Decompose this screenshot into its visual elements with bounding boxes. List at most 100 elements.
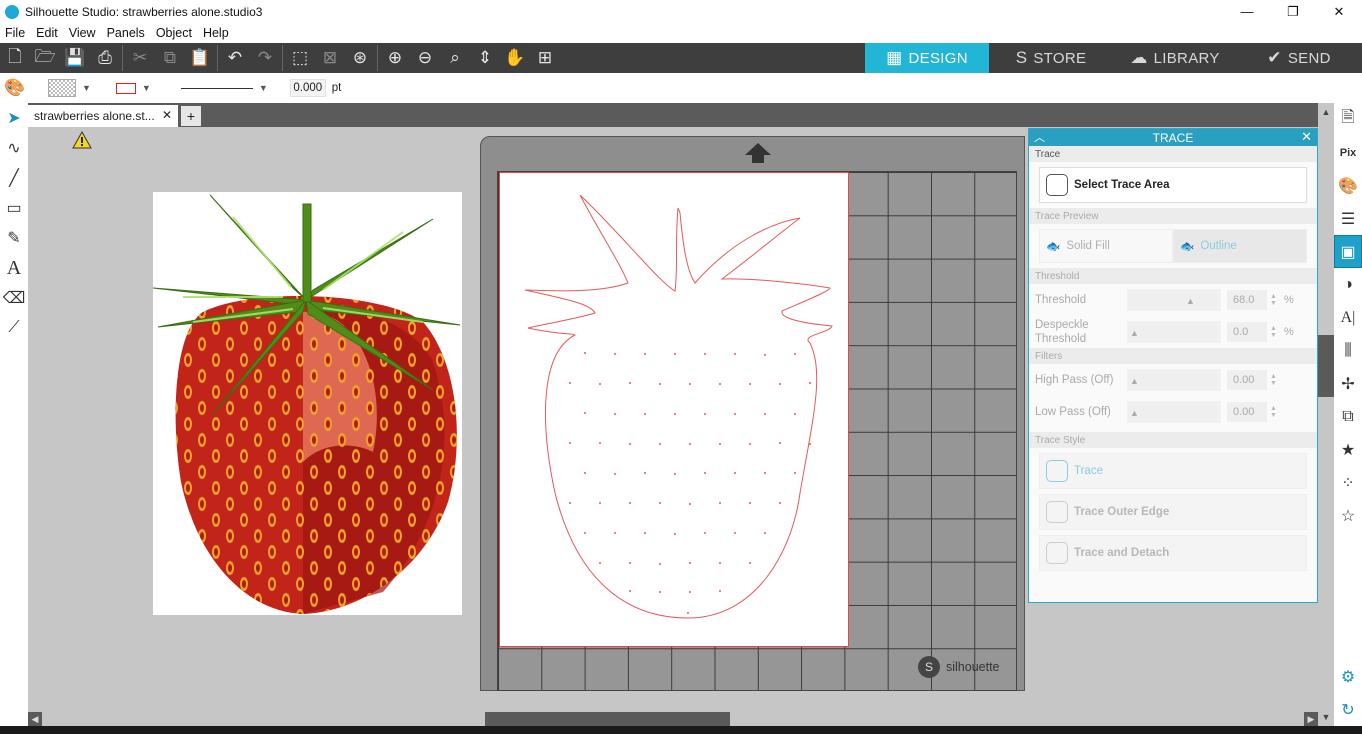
chevron-down-icon[interactable]: ▼ xyxy=(259,83,268,93)
high-pass-slider[interactable]: ▲ xyxy=(1127,369,1221,391)
scroll-right-icon[interactable]: ▶ xyxy=(1304,712,1318,726)
chevron-down-icon[interactable]: ▼ xyxy=(82,83,91,93)
compound-path-icon[interactable]: ⊛ xyxy=(345,43,375,73)
despeckle-spinner-icon[interactable]: ▲ ▼ xyxy=(1270,325,1280,339)
trace-and-detach-button[interactable]: Trace and Detach xyxy=(1039,535,1307,571)
menu-object[interactable]: Object xyxy=(151,26,198,40)
close-window-button[interactable]: ✕ xyxy=(1316,0,1362,23)
pan-hand-icon[interactable]: ✋ xyxy=(500,43,530,73)
threshold-slider[interactable]: ▲ xyxy=(1127,289,1221,311)
threshold-spinner-icon[interactable]: ▲ ▼ xyxy=(1270,293,1280,307)
strawberry-image[interactable] xyxy=(152,192,462,615)
modify-star-icon[interactable]: ★ xyxy=(1334,433,1362,466)
high-pass-value-input[interactable]: 0.00 xyxy=(1227,370,1267,390)
replicate-icon[interactable]: ⧉ xyxy=(1334,400,1362,433)
zoom-out-icon[interactable]: ⊖ xyxy=(410,43,440,73)
knife-tool-icon[interactable]: ⟋ xyxy=(0,313,28,343)
line-style-preview[interactable] xyxy=(180,87,253,89)
settings-gear-icon[interactable]: ⚙ xyxy=(1334,660,1362,693)
print-icon[interactable]: ⎙ xyxy=(90,43,120,73)
low-pass-spinner-icon[interactable]: ▲ ▼ xyxy=(1270,405,1280,419)
solid-fill-option[interactable]: 🐟 Solid Fill xyxy=(1039,229,1173,263)
threshold-value-input[interactable]: 68.0 xyxy=(1227,290,1267,310)
trace-button[interactable]: Trace xyxy=(1039,453,1307,489)
fill-color-icon[interactable]: 🎨 xyxy=(1334,169,1362,202)
slider-handle-icon[interactable]: ▲ xyxy=(1130,328,1139,338)
menu-help[interactable]: Help xyxy=(198,26,235,40)
warning-icon[interactable] xyxy=(72,131,92,149)
tab-send[interactable]: ✔ SEND xyxy=(1237,43,1361,73)
menu-panels[interactable]: Panels xyxy=(102,26,151,40)
vertical-scrollbar[interactable]: ▲ ▼ xyxy=(1318,103,1334,726)
document-tab[interactable]: strawberries alone.st... ✕ xyxy=(28,105,178,127)
close-panel-icon[interactable]: ✕ xyxy=(1301,129,1312,145)
menu-edit[interactable]: Edit xyxy=(31,26,64,40)
collapse-chevron-icon[interactable]: ︿ xyxy=(1034,129,1045,145)
zoom-select-icon[interactable]: ⌕ xyxy=(440,43,470,73)
tab-library[interactable]: ☁ LIBRARY xyxy=(1113,43,1237,73)
trace-panel-icon[interactable]: ▣ xyxy=(1334,235,1362,268)
redo-icon[interactable]: ↷ xyxy=(250,43,280,73)
slider-handle-icon[interactable]: ▲ xyxy=(1186,296,1195,306)
tab-store[interactable]: S STORE xyxy=(989,43,1113,73)
chevron-down-icon[interactable]: ▼ xyxy=(142,83,151,93)
add-page-icon[interactable]: ⊞ xyxy=(530,43,560,73)
line-color-swatch[interactable] xyxy=(115,82,136,94)
group-icon[interactable]: ⬚ xyxy=(285,43,315,73)
add-tab-button[interactable]: + xyxy=(181,106,201,126)
ungroup-icon[interactable]: ⊠ xyxy=(315,43,345,73)
select-trace-area-button[interactable]: Select Trace Area xyxy=(1039,167,1307,203)
scroll-up-icon[interactable]: ▲ xyxy=(1318,105,1334,119)
rectangle-tool-icon[interactable]: ▭ xyxy=(0,193,28,223)
align-icon[interactable]: ⫼ xyxy=(1334,334,1362,367)
contrast-icon[interactable]: ◑ xyxy=(1334,268,1362,301)
page-setup-icon[interactable]: 🗎 xyxy=(1334,103,1362,136)
line-style-icon[interactable]: ☰ xyxy=(1334,202,1362,235)
menu-file[interactable]: File xyxy=(0,26,31,40)
high-pass-spinner-icon[interactable]: ▲ ▼ xyxy=(1270,373,1280,387)
line-width-input[interactable]: 0.000 xyxy=(289,79,326,97)
save-icon[interactable]: 💾 xyxy=(60,43,90,73)
line-tool-icon[interactable]: ╱ xyxy=(0,163,28,193)
menu-view[interactable]: View xyxy=(64,26,102,40)
fill-pattern-swatch[interactable] xyxy=(48,79,76,97)
new-file-icon[interactable]: 🗋 xyxy=(0,43,30,73)
transform-icon[interactable]: ✢ xyxy=(1334,367,1362,400)
select-arrow-icon[interactable]: ➤ xyxy=(0,103,28,133)
refresh-icon[interactable]: ↻ xyxy=(1334,693,1362,726)
pencil-tool-icon[interactable]: ✎ xyxy=(0,223,28,253)
star-outline-icon[interactable]: ☆ xyxy=(1334,499,1362,532)
despeckle-value-input[interactable]: 0.0 xyxy=(1227,322,1267,342)
open-folder-icon[interactable]: 🗁 xyxy=(30,43,60,73)
maximize-button[interactable]: ❐ xyxy=(1270,0,1316,23)
text-style-icon[interactable]: A| xyxy=(1334,301,1362,334)
minimize-button[interactable]: — xyxy=(1224,0,1270,23)
tab-design[interactable]: ▦ DESIGN xyxy=(865,43,989,73)
slider-handle-icon[interactable]: ▲ xyxy=(1130,376,1139,386)
pixscan-icon[interactable]: Pix xyxy=(1334,136,1362,169)
edit-points-icon[interactable]: ∿ xyxy=(0,133,28,163)
outline-option[interactable]: 🐟 Outline xyxy=(1173,229,1307,263)
paste-icon[interactable]: 📋 xyxy=(185,43,215,73)
despeckle-slider[interactable]: ▲ xyxy=(1127,321,1221,343)
offset-dots-icon[interactable]: ⁘ xyxy=(1334,466,1362,499)
eraser-tool-icon[interactable]: ⌫ xyxy=(0,283,28,313)
text-tool-icon[interactable]: A xyxy=(0,253,28,283)
scroll-down-icon[interactable]: ▼ xyxy=(1318,710,1334,724)
horizontal-scrollbar[interactable]: ◀ ▶ xyxy=(28,712,1318,726)
trace-outer-edge-button[interactable]: Trace Outer Edge xyxy=(1039,494,1307,530)
zoom-in-icon[interactable]: ⊕ xyxy=(380,43,410,73)
copy-icon[interactable]: ⧉ xyxy=(155,43,185,73)
slider-handle-icon[interactable]: ▲ xyxy=(1130,408,1139,418)
close-tab-icon[interactable]: ✕ xyxy=(162,108,172,122)
trace-panel-header[interactable]: ︿ TRACE ✕ xyxy=(1029,129,1317,146)
fit-to-page-icon[interactable]: ⇕ xyxy=(470,43,500,73)
scroll-left-icon[interactable]: ◀ xyxy=(28,712,42,726)
horizontal-scroll-thumb[interactable] xyxy=(485,712,730,726)
vertical-scroll-thumb[interactable] xyxy=(1318,335,1334,397)
palette-icon[interactable]: 🎨 xyxy=(4,78,25,98)
low-pass-value-input[interactable]: 0.00 xyxy=(1227,402,1267,422)
undo-icon[interactable]: ↶ xyxy=(220,43,250,73)
low-pass-slider[interactable]: ▲ xyxy=(1127,401,1221,423)
cut-icon[interactable]: ✂ xyxy=(125,43,155,73)
